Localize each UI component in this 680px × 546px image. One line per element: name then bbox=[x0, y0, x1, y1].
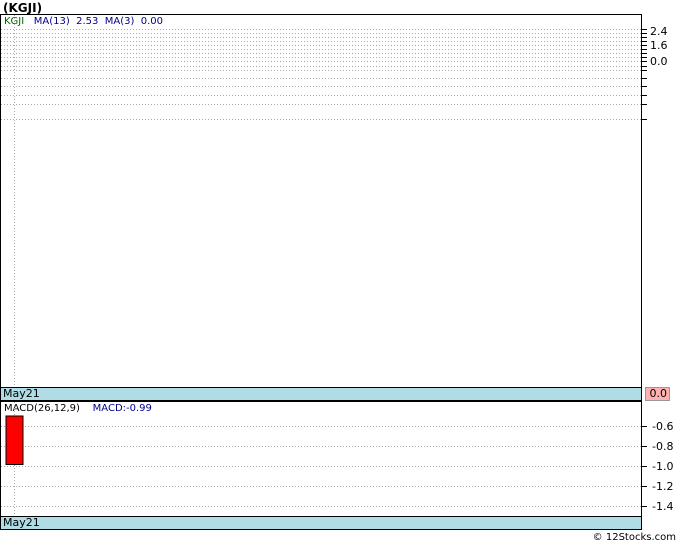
macd-bar bbox=[5, 415, 24, 465]
chart-overlay bbox=[1, 15, 647, 516]
